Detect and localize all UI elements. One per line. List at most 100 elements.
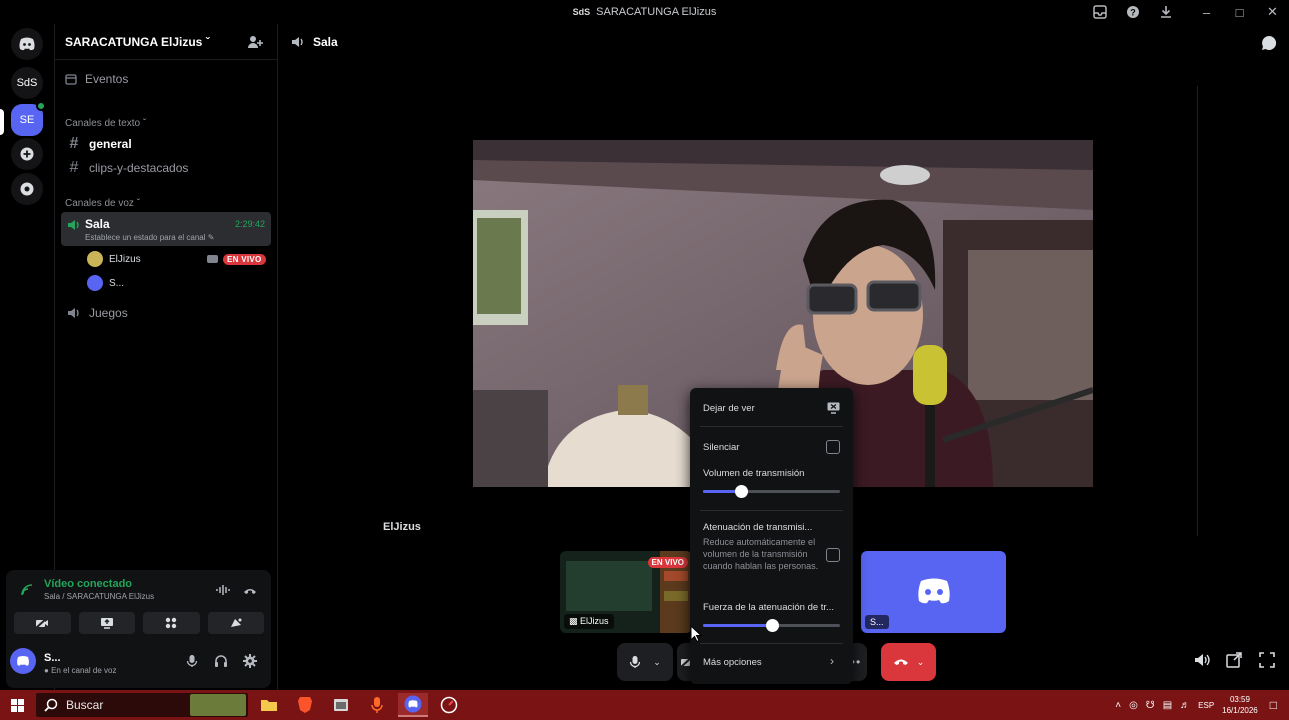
guild-header[interactable]: SARACATUNGA ElJizus ˇ xyxy=(55,24,277,60)
avatar xyxy=(87,251,103,267)
menu-separator xyxy=(700,643,843,644)
disconnect-call-button[interactable]: ⌄ xyxy=(881,643,936,681)
mute-item[interactable]: Silenciar xyxy=(703,442,739,453)
voice-channel-status[interactable]: Establece un estado para el canal ✎ xyxy=(85,233,214,242)
add-server-button[interactable] xyxy=(11,138,43,170)
volume-icon[interactable] xyxy=(1194,652,1210,668)
slider-handle[interactable] xyxy=(765,619,779,632)
channel-general[interactable]: # general xyxy=(63,133,271,155)
discord-logo-icon xyxy=(17,656,29,666)
chevron-down-icon[interactable]: ⌄ xyxy=(653,657,661,668)
help-icon[interactable]: ? xyxy=(1116,0,1149,24)
voice-channel-juegos-label: Juegos xyxy=(89,306,128,320)
thumbnail-label: ▩ ElJizus xyxy=(564,614,614,629)
speaker-icon xyxy=(68,220,79,230)
microphone-app-icon xyxy=(371,697,383,713)
taskbar-app-6[interactable] xyxy=(434,693,464,717)
text-category[interactable]: Canales de texto ˇ xyxy=(65,118,146,129)
voice-channel-sala-label: Sala xyxy=(85,217,110,231)
more-options-item[interactable]: Más opciones xyxy=(703,657,762,668)
share-screen-button[interactable] xyxy=(78,612,135,634)
system-tray: ˄ ◎ ☋ ▤ ♬ ESP 03:59 16/1/2026 □ xyxy=(1115,690,1289,720)
voice-user-eljizus[interactable]: ElJizus xyxy=(87,250,141,268)
settings-gear-icon[interactable] xyxy=(243,654,257,668)
activities-button[interactable] xyxy=(143,612,200,634)
taskbar-brave[interactable] xyxy=(290,693,320,717)
chat-icon[interactable] xyxy=(1261,35,1277,51)
close-button[interactable]: ✕ xyxy=(1256,0,1289,24)
stream-volume-slider[interactable] xyxy=(703,485,840,498)
tray-usb-icon[interactable]: ☋ xyxy=(1146,700,1155,711)
guild-name-text: SARACATUNGA ElJizus xyxy=(65,34,203,49)
taskbar-search[interactable]: Buscar xyxy=(36,693,248,717)
microphone-toggle[interactable]: ⌄ xyxy=(617,643,673,681)
stream-thumbnail-eljizus[interactable]: ▩ ElJizus EN VIVO xyxy=(560,551,692,633)
tray-app-icon[interactable]: ◎ xyxy=(1129,700,1138,711)
soundboard-button[interactable] xyxy=(207,612,264,634)
tray-network-icon[interactable]: ▤ xyxy=(1163,700,1172,711)
clock-date: 16/1/2026 xyxy=(1222,706,1258,715)
server-sds[interactable]: SdS xyxy=(11,67,43,99)
clock[interactable]: 03:59 16/1/2026 xyxy=(1222,694,1258,716)
tray-volume-icon[interactable]: ♬ xyxy=(1180,700,1190,711)
discord-home-button[interactable] xyxy=(11,28,43,60)
search-placeholder: Buscar xyxy=(66,698,104,712)
maximize-button[interactable]: □ xyxy=(1223,0,1256,24)
disconnect-icon[interactable] xyxy=(243,586,257,596)
add-member-icon[interactable] xyxy=(247,34,263,50)
svg-text:?: ? xyxy=(1130,8,1136,18)
brave-browser-icon xyxy=(298,697,312,713)
discover-button[interactable] xyxy=(11,173,43,205)
start-button[interactable] xyxy=(0,690,34,720)
activities-icon xyxy=(166,617,177,629)
noise-suppression-icon[interactable] xyxy=(216,584,230,596)
fullscreen-icon[interactable] xyxy=(1259,652,1275,668)
folder-icon xyxy=(261,700,277,711)
scrollbar-track[interactable] xyxy=(1197,86,1198,536)
taskbar-app-3[interactable] xyxy=(326,693,356,717)
voice-channel-sala[interactable]: Sala Establece un estado para el canal ✎… xyxy=(61,212,271,246)
language-indicator[interactable]: ESP xyxy=(1198,701,1214,710)
voice-category[interactable]: Canales de voz ˇ xyxy=(65,198,140,209)
microphone-icon[interactable] xyxy=(186,654,198,668)
taskbar-file-explorer[interactable] xyxy=(254,693,284,717)
tray-chevron-up-icon[interactable]: ˄ xyxy=(1115,700,1121,711)
server-sds-label: SdS xyxy=(16,77,38,89)
voice-user-s[interactable]: S... xyxy=(87,274,124,292)
channel-general-label: general xyxy=(89,137,132,151)
microphone-icon xyxy=(630,656,641,668)
attenuation-checkbox[interactable] xyxy=(826,548,840,562)
streamer-name: ElJizus xyxy=(383,521,421,533)
live-badge: EN VIVO xyxy=(223,254,266,265)
attenuation-strength-slider[interactable] xyxy=(703,619,840,632)
taskbar-discord[interactable] xyxy=(398,693,428,717)
voice-connected-subtitle[interactable]: Sala / SARACATUNGA ElJizus xyxy=(44,592,154,601)
notifications-icon[interactable]: □ xyxy=(1270,698,1277,712)
stop-watching-item[interactable]: Dejar de ver xyxy=(703,403,755,414)
chevron-down-icon[interactable]: ⌄ xyxy=(917,657,925,668)
window-title: SARACATUNGA ElJizus xyxy=(596,6,717,18)
voice-user-name: ElJizus xyxy=(109,253,141,265)
attenuation-item[interactable]: Atenuación de transmisi... xyxy=(703,522,812,533)
voice-channel-juegos[interactable]: Juegos xyxy=(63,302,271,324)
windows-taskbar: Buscar ˄ ◎ ☋ ▤ ♬ ESP 03:59 16/1/2026 □ xyxy=(0,690,1289,720)
channel-clips[interactable]: # clips-y-destacados xyxy=(63,157,271,179)
minimize-button[interactable]: – xyxy=(1190,0,1223,24)
download-icon[interactable] xyxy=(1149,0,1182,24)
avatar[interactable] xyxy=(10,648,36,674)
channel-title: Sala xyxy=(313,35,338,49)
title-bar: SdS SARACATUNGA ElJizus ? – □ ✕ xyxy=(0,0,1289,24)
server-se-label: SE xyxy=(19,114,35,126)
headphones-icon[interactable] xyxy=(214,654,228,668)
events-item[interactable]: Eventos xyxy=(65,72,128,86)
inbox-icon[interactable] xyxy=(1083,0,1116,24)
participant-tile-s[interactable]: S... xyxy=(861,551,1006,633)
server-se[interactable]: SE xyxy=(11,101,46,136)
mute-checkbox[interactable] xyxy=(826,440,840,454)
popout-icon[interactable] xyxy=(1226,652,1242,668)
slider-handle[interactable] xyxy=(735,485,749,498)
voice-controls: ⌄ xyxy=(617,643,697,681)
taskbar-recorder[interactable] xyxy=(362,693,392,717)
toggle-camera-button[interactable] xyxy=(14,612,71,634)
stop-stream-icon xyxy=(827,402,840,414)
